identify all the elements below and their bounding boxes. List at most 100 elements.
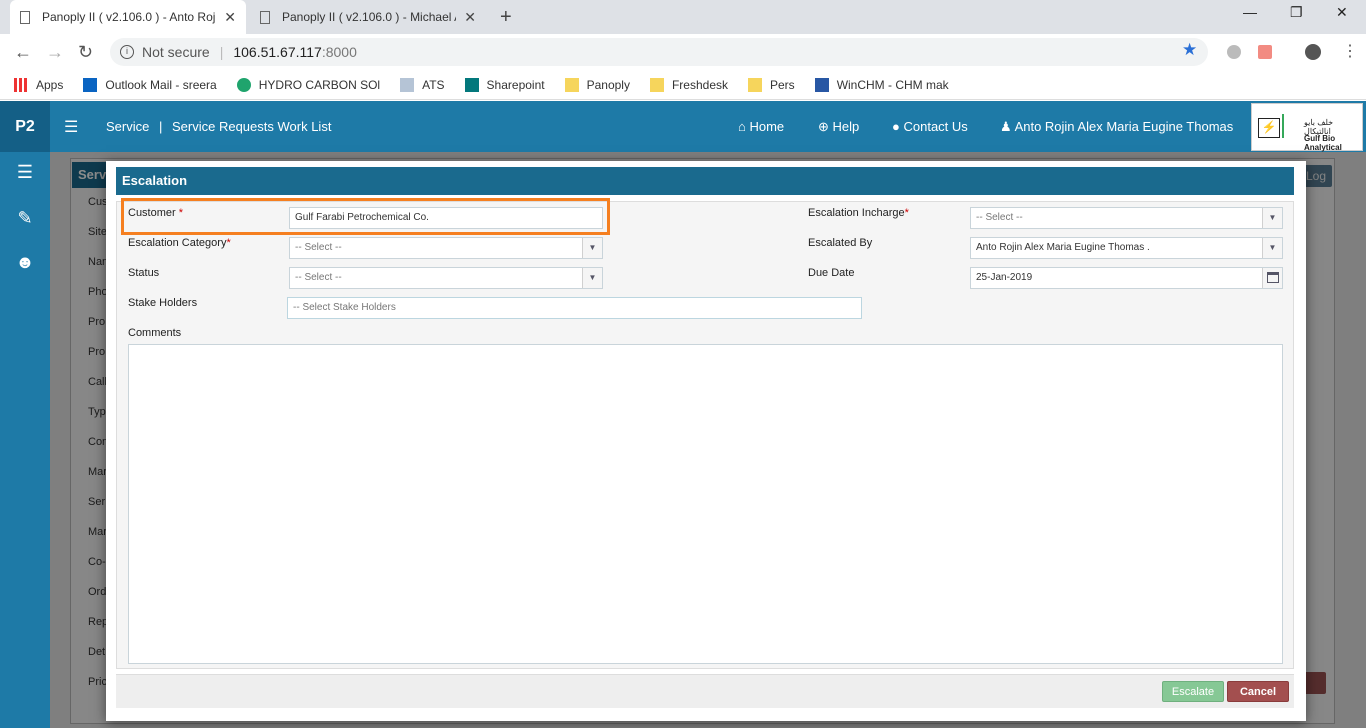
status-label: Status (128, 267, 160, 279)
escalation-incharge-label-text: Escalation Incharge (808, 207, 905, 219)
wrench-icon[interactable]: ✎ (12, 208, 38, 232)
escalation-category-select[interactable]: -- Select -- ▼ (289, 237, 603, 259)
info-icon[interactable]: i (120, 45, 134, 59)
stake-holders-label: Stake Holders (128, 297, 198, 309)
separator: | (219, 44, 224, 60)
new-tab-icon[interactable]: + (500, 6, 512, 29)
escalate-button[interactable]: Escalate (1162, 681, 1224, 702)
dropdown-arrow-icon[interactable]: ▼ (1262, 238, 1282, 258)
bookmark-outlook[interactable]: Outlook Mail - sreera (83, 77, 217, 92)
dropdown-arrow-icon[interactable]: ▼ (1262, 208, 1282, 228)
status-select[interactable]: -- Select -- ▼ (289, 267, 603, 289)
escalated-by-select[interactable]: Anto Rojin Alex Maria Eugine Thomas . ▼ (970, 237, 1283, 259)
bookmark-label: ATS (422, 77, 445, 92)
security-status: Not secure (142, 44, 210, 60)
hamburger-menu-icon[interactable]: ☰ (64, 117, 78, 137)
bookmarks-bar: Apps Outlook Mail - sreera HYDRO CARBON … (0, 70, 1366, 100)
browser-tab[interactable]: Panoply II ( v2.106.0 ) - Michael A ✕ (250, 0, 486, 34)
bookmark-label: Pers (770, 77, 795, 92)
nav-user-label: Anto Rojin Alex Maria Eugine Thomas (1014, 119, 1234, 134)
nav-contact[interactable]: ● Contact Us (892, 119, 968, 134)
help-icon: ⊕ (818, 119, 829, 134)
nav-user[interactable]: ♟ Anto Rojin Alex Maria Eugine Thomas (1000, 119, 1233, 135)
bookmark-freshdesk[interactable]: Freshdesk (649, 77, 728, 92)
folder-icon (649, 77, 664, 92)
reload-icon[interactable]: ↻ (78, 42, 93, 63)
browser-tab-active[interactable]: Panoply II ( v2.106.0 ) - Anto Rojin ✕ (10, 0, 246, 34)
escalation-category-value: -- Select -- (295, 242, 342, 253)
breadcrumb-separator: | (158, 119, 163, 134)
comments-textarea[interactable] (128, 344, 1283, 664)
bookmark-hydro-carbon[interactable]: HYDRO CARBON SOl (236, 77, 381, 92)
home-icon: ⌂ (738, 119, 746, 134)
brand-wave-icon (1282, 114, 1298, 138)
breadcrumb-page[interactable]: Service Requests Work List (172, 119, 331, 134)
dropdown-arrow-icon[interactable]: ▼ (582, 238, 602, 258)
winchm-icon (814, 77, 829, 92)
brand-logo: ⚡ خلف بايو انالتيكال Gulf Bio Analytical (1251, 103, 1363, 152)
nav-help-label: Help (832, 119, 860, 134)
sidebar: ☰ ✎ ☻ (0, 152, 50, 728)
required-marker: * (904, 207, 909, 219)
browser-tab-bar: Panoply II ( v2.106.0 ) - Anto Rojin ✕ P… (0, 0, 1366, 34)
url-field[interactable]: i Not secure | 106.51.67.117:8000 (110, 38, 1208, 66)
calendar-icon[interactable] (1262, 268, 1282, 288)
maximize-icon[interactable]: ❐ (1290, 4, 1303, 21)
close-tab-icon[interactable]: ✕ (464, 9, 476, 26)
page-icon (20, 10, 30, 24)
folder-icon (748, 77, 762, 92)
due-date-field[interactable]: 25-Jan-2019 (970, 267, 1283, 289)
nav-home[interactable]: ⌂ Home (738, 119, 784, 134)
extension-icon[interactable] (1227, 45, 1241, 59)
apps-grid-icon (14, 77, 28, 92)
bookmark-label: Freshdesk (671, 77, 728, 92)
bookmark-star-icon[interactable]: ★ (1182, 40, 1197, 60)
bookmark-label: Sharepoint (486, 77, 545, 92)
escalated-by-value: Anto Rojin Alex Maria Eugine Thomas . (976, 242, 1150, 253)
stake-holders-multiselect[interactable]: -- Select Stake Holders (287, 297, 862, 319)
bookmark-pers[interactable]: Pers (748, 77, 795, 92)
bookmark-ats[interactable]: ATS (400, 77, 445, 92)
breadcrumb-section[interactable]: Service (106, 119, 149, 134)
tab-title: Panoply II ( v2.106.0 ) - Michael A (282, 10, 457, 24)
user-icon: ♟ (1000, 119, 1012, 134)
modal-footer (116, 674, 1294, 708)
url-host: 106.51.67.117 (233, 44, 322, 60)
status-value: -- Select -- (295, 272, 342, 283)
due-date-label: Due Date (808, 267, 855, 279)
brand-english: Gulf Bio Analytical (1304, 134, 1342, 152)
profile-icon[interactable] (1305, 44, 1321, 60)
minimize-icon[interactable]: — (1243, 4, 1257, 20)
bookmark-sharepoint[interactable]: Sharepoint (464, 77, 545, 92)
nav-home-label: Home (749, 119, 785, 134)
bookmark-label: WinCHM - CHM mak (836, 77, 949, 92)
escalation-incharge-value: -- Select -- (976, 212, 1023, 223)
escalated-by-label: Escalated By (808, 237, 873, 249)
app-logo[interactable]: P2 (0, 101, 50, 152)
database-icon[interactable]: ☰ (12, 162, 38, 186)
close-window-icon[interactable]: ✕ (1336, 4, 1348, 21)
due-date-value: 25-Jan-2019 (976, 272, 1033, 283)
nav-help[interactable]: ⊕ Help (818, 119, 859, 135)
bookmark-label: Apps (36, 77, 64, 92)
escalation-incharge-select[interactable]: -- Select -- ▼ (970, 207, 1283, 229)
back-icon[interactable]: ← (14, 42, 32, 63)
menu-kebab-icon[interactable]: ⋮ (1342, 41, 1358, 61)
folder-icon (564, 77, 579, 92)
dropdown-arrow-icon[interactable]: ▼ (582, 268, 602, 288)
forward-icon[interactable]: → (46, 42, 64, 63)
cancel-button[interactable]: Cancel (1227, 681, 1289, 702)
comments-label: Comments (128, 327, 182, 339)
escalation-incharge-label: Escalation Incharge* (808, 207, 909, 219)
users-icon[interactable]: ☻ (12, 252, 38, 276)
bookmark-apps[interactable]: Apps (14, 77, 64, 92)
required-marker: * (226, 237, 231, 249)
escalation-category-label-text: Escalation Category (128, 237, 227, 249)
bookmark-label: HYDRO CARBON SOl (258, 77, 381, 92)
page-icon (260, 10, 270, 24)
url-port: :8000 (321, 44, 357, 60)
bookmark-panoply[interactable]: Panoply (564, 77, 630, 92)
extension-icon[interactable] (1258, 45, 1272, 59)
close-tab-icon[interactable]: ✕ (224, 9, 236, 26)
bookmark-winchm[interactable]: WinCHM - CHM mak (814, 77, 949, 92)
